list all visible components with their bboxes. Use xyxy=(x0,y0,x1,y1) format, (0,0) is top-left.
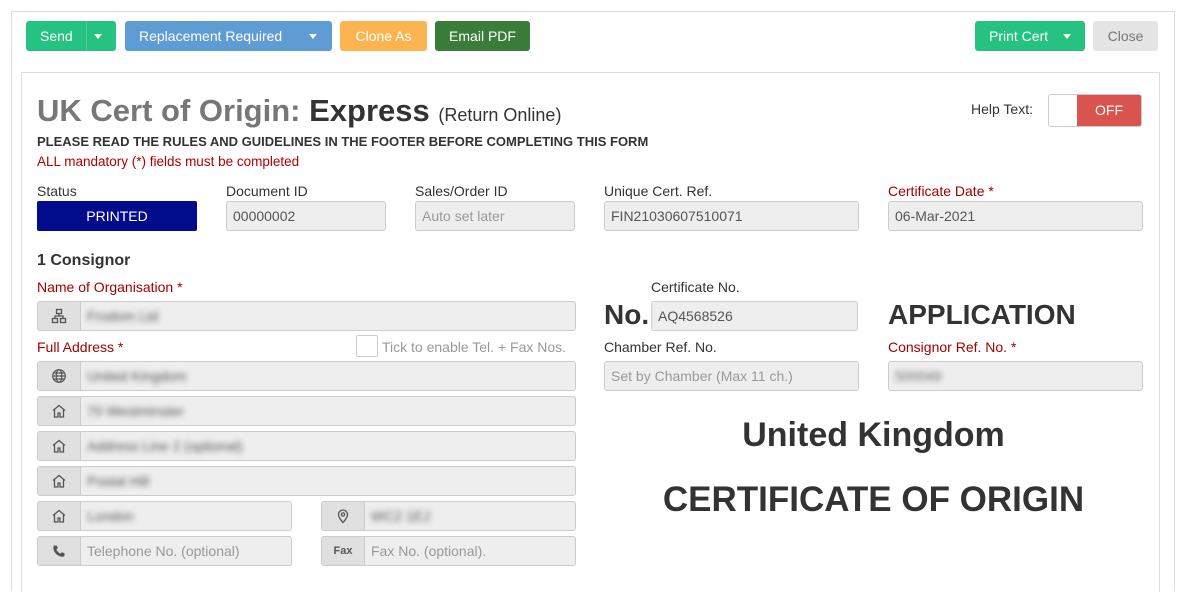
consignor-ref-label: Consignor Ref. No. * xyxy=(888,339,1017,355)
send-button-label: Send xyxy=(40,28,73,44)
fax-addon: Fax xyxy=(322,537,365,565)
home-icon xyxy=(38,432,81,460)
chevron-down-icon[interactable] xyxy=(309,34,317,39)
document-id-field[interactable]: 00000002 xyxy=(226,201,386,231)
city-field[interactable]: London xyxy=(37,501,292,531)
country-field[interactable]: United Kingdom xyxy=(37,361,576,391)
organisation-field[interactable]: Frodom Ltd xyxy=(37,301,576,331)
sales-order-field[interactable]: Auto set later xyxy=(415,201,575,231)
unique-cert-ref-field[interactable]: FIN21030607510071 xyxy=(604,201,859,231)
chamber-ref-field[interactable]: Set by Chamber (Max 11 ch.) xyxy=(604,361,859,391)
tel-fax-checkbox-label: Tick to enable Tel. + Fax Nos. xyxy=(382,339,567,355)
document-heading: CERTIFICATE OF ORIGIN xyxy=(662,480,1085,519)
home-icon xyxy=(38,502,81,530)
fax-placeholder: Fax No. (optional). xyxy=(371,543,487,559)
chevron-down-icon[interactable] xyxy=(1063,34,1071,39)
country-value: United Kingdom xyxy=(87,368,187,384)
title-main: Express xyxy=(309,93,430,128)
telephone-placeholder: Telephone No. (optional) xyxy=(87,543,240,559)
document-id-label: Document ID xyxy=(226,183,308,199)
certificate-form: UK Cert of Origin: Express (Return Onlin… xyxy=(21,72,1160,592)
address-line1-field[interactable]: 70 Westminster xyxy=(37,396,576,426)
phone-icon xyxy=(38,537,81,565)
unique-cert-ref-label: Unique Cert. Ref. xyxy=(604,183,713,199)
chevron-down-icon[interactable] xyxy=(94,34,102,39)
print-cert-label: Print Cert xyxy=(989,28,1049,44)
address-line2-value: Address Line 2 (optional) xyxy=(87,438,243,454)
page-title: UK Cert of Origin: Express (Return Onlin… xyxy=(37,93,561,129)
organisation-label: Name of Organisation * xyxy=(37,279,183,295)
sales-order-label: Sales/Order ID xyxy=(415,183,508,199)
rules-notice: PLEASE READ THE RULES AND GUIDELINES IN … xyxy=(37,134,649,149)
title-suffix: (Return Online) xyxy=(438,105,562,125)
telephone-field[interactable]: Telephone No. (optional) xyxy=(37,536,292,566)
no-prefix: No. xyxy=(604,299,650,330)
city-value: London xyxy=(87,508,134,524)
tel-fax-checkbox[interactable] xyxy=(356,335,378,357)
postcode-field[interactable]: WC2 1EJ xyxy=(321,501,576,531)
title-prefix: UK Cert of Origin: xyxy=(37,93,301,128)
email-pdf-button[interactable]: Email PDF xyxy=(435,21,530,51)
certificate-no-field[interactable]: AQ4568526 xyxy=(651,301,858,331)
sitemap-icon xyxy=(38,302,81,330)
country-heading: United Kingdom xyxy=(742,416,1005,454)
certificate-no-label: Certificate No. xyxy=(651,279,740,295)
address-line3-value: Postal Hill xyxy=(87,473,150,489)
map-pin-icon xyxy=(322,502,365,530)
full-address-label: Full Address * xyxy=(37,339,124,355)
send-button[interactable]: Send xyxy=(26,21,116,51)
toolbar: Send Replacement Required Clone As Email… xyxy=(26,21,1160,51)
organisation-value: Frodom Ltd xyxy=(87,308,159,324)
home-icon xyxy=(38,397,81,425)
home-icon xyxy=(38,467,81,495)
consignor-section-title: 1 Consignor xyxy=(37,252,131,269)
close-button[interactable]: Close xyxy=(1093,21,1158,51)
help-text-label: Help Text: xyxy=(971,101,1033,117)
certificate-date-field[interactable]: 06-Mar-2021 xyxy=(888,201,1143,231)
status-label: Status xyxy=(37,183,77,199)
certificate-date-label: Certificate Date * xyxy=(888,183,994,199)
mandatory-notice: ALL mandatory (*) fields must be complet… xyxy=(37,154,300,169)
replacement-required-button[interactable]: Replacement Required xyxy=(125,21,332,51)
consignor-ref-field[interactable]: 500049 xyxy=(888,361,1143,391)
clone-as-button[interactable]: Clone As xyxy=(340,21,427,51)
address-line2-field[interactable]: Address Line 2 (optional) xyxy=(37,431,576,461)
globe-icon xyxy=(38,362,81,390)
fax-field[interactable]: Fax Fax No. (optional). xyxy=(321,536,576,566)
postcode-value: WC2 1EJ xyxy=(371,508,431,524)
print-cert-button[interactable]: Print Cert xyxy=(975,21,1085,51)
toggle-off-state: OFF xyxy=(1077,95,1141,126)
consignor-ref-value: 500049 xyxy=(895,368,942,384)
chamber-ref-label: Chamber Ref. No. xyxy=(604,339,717,355)
application-heading: APPLICATION xyxy=(888,299,1076,330)
replacement-button-label: Replacement Required xyxy=(139,28,283,44)
help-text-toggle[interactable]: OFF xyxy=(1048,94,1142,127)
address-line3-field[interactable]: Postal Hill xyxy=(37,466,576,496)
status-badge: PRINTED xyxy=(37,201,197,231)
address-line1-value: 70 Westminster xyxy=(87,403,184,419)
